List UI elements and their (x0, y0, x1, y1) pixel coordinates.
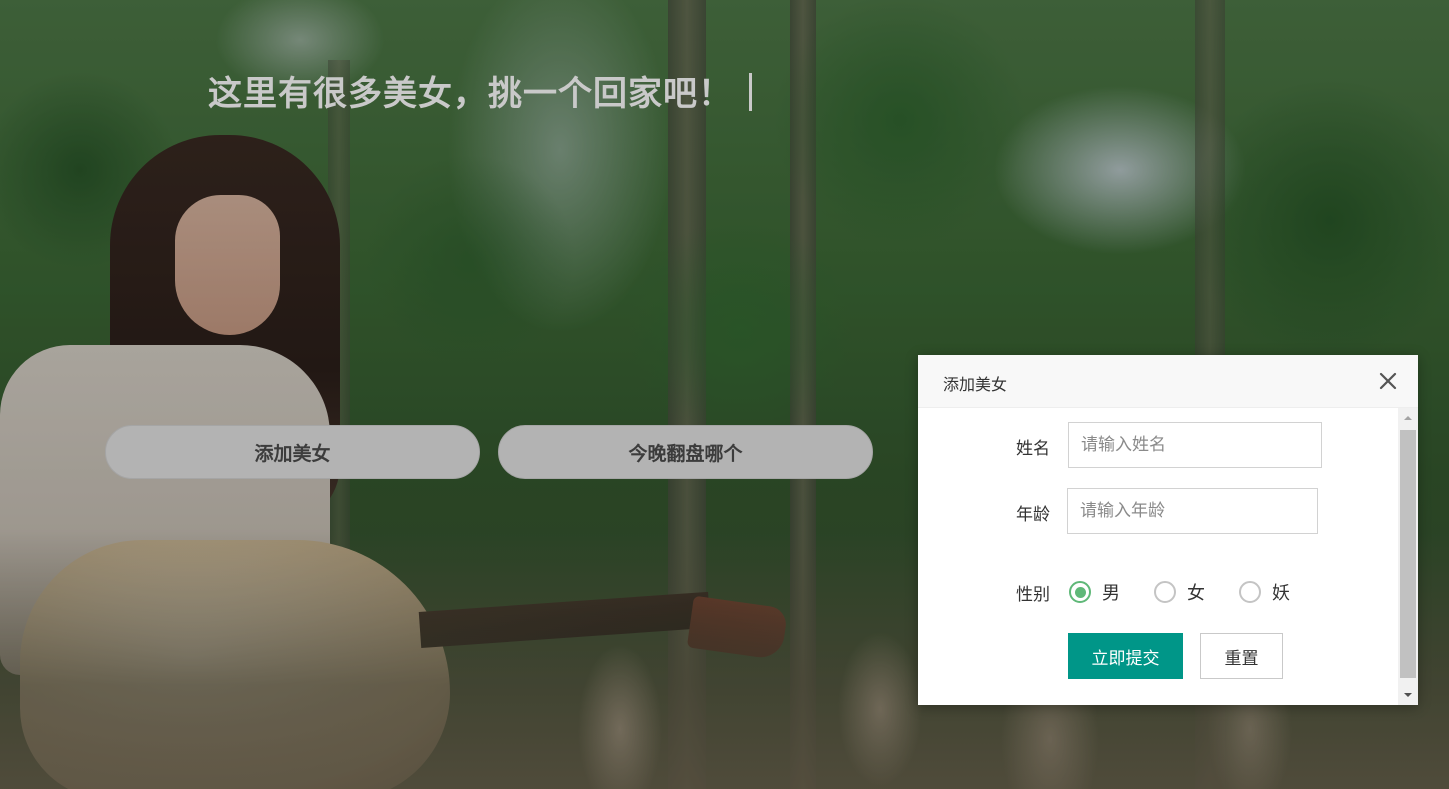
radio-dot (1074, 586, 1086, 598)
close-icon[interactable] (1378, 371, 1398, 391)
headline-text: 这里有很多美女，挑一个回家吧！ (208, 74, 733, 114)
add-beauty-button[interactable]: 添加美女 (105, 425, 480, 479)
gender-radio-male[interactable]: 男 (1069, 579, 1120, 605)
dialog-form: 姓名 年龄 性别 男 女 妖 立即提交 重置 (918, 408, 1398, 705)
gender-radio-female[interactable]: 女 (1154, 579, 1205, 605)
gender-option-label: 女 (1187, 583, 1205, 604)
name-label: 姓名 (1016, 439, 1050, 459)
dialog-title: 添加美女 (943, 375, 1008, 394)
age-input[interactable] (1067, 488, 1318, 534)
gender-option-label: 妖 (1272, 583, 1290, 604)
submit-button[interactable]: 立即提交 (1068, 633, 1183, 679)
reset-button[interactable]: 重置 (1200, 633, 1283, 679)
scroll-thumb[interactable] (1400, 430, 1416, 678)
gender-label: 性别 (1016, 585, 1050, 605)
age-label: 年龄 (1016, 505, 1050, 525)
page-headline: 这里有很多美女，挑一个回家吧！ (208, 66, 752, 115)
scroll-down-icon[interactable] (1398, 685, 1418, 705)
add-beauty-dialog: 添加美女 姓名 年龄 性别 男 女 妖 立即提交 重置 (918, 355, 1418, 705)
scroll-up-glyph (1404, 416, 1412, 420)
gender-option-label: 男 (1102, 583, 1120, 604)
radio-unchecked-icon (1154, 581, 1176, 603)
dialog-header: 添加美女 (918, 355, 1418, 408)
pick-tonight-button[interactable]: 今晚翻盘哪个 (498, 425, 873, 479)
close-icon-glyph (1379, 372, 1397, 390)
scroll-down-glyph (1404, 693, 1412, 697)
scroll-up-icon[interactable] (1398, 408, 1418, 428)
radio-checked-icon (1069, 581, 1091, 603)
dialog-scrollbar[interactable] (1398, 408, 1418, 705)
typing-caret (749, 73, 752, 111)
radio-unchecked-icon (1239, 581, 1261, 603)
gender-radio-other[interactable]: 妖 (1239, 579, 1290, 605)
name-input[interactable] (1068, 422, 1322, 468)
